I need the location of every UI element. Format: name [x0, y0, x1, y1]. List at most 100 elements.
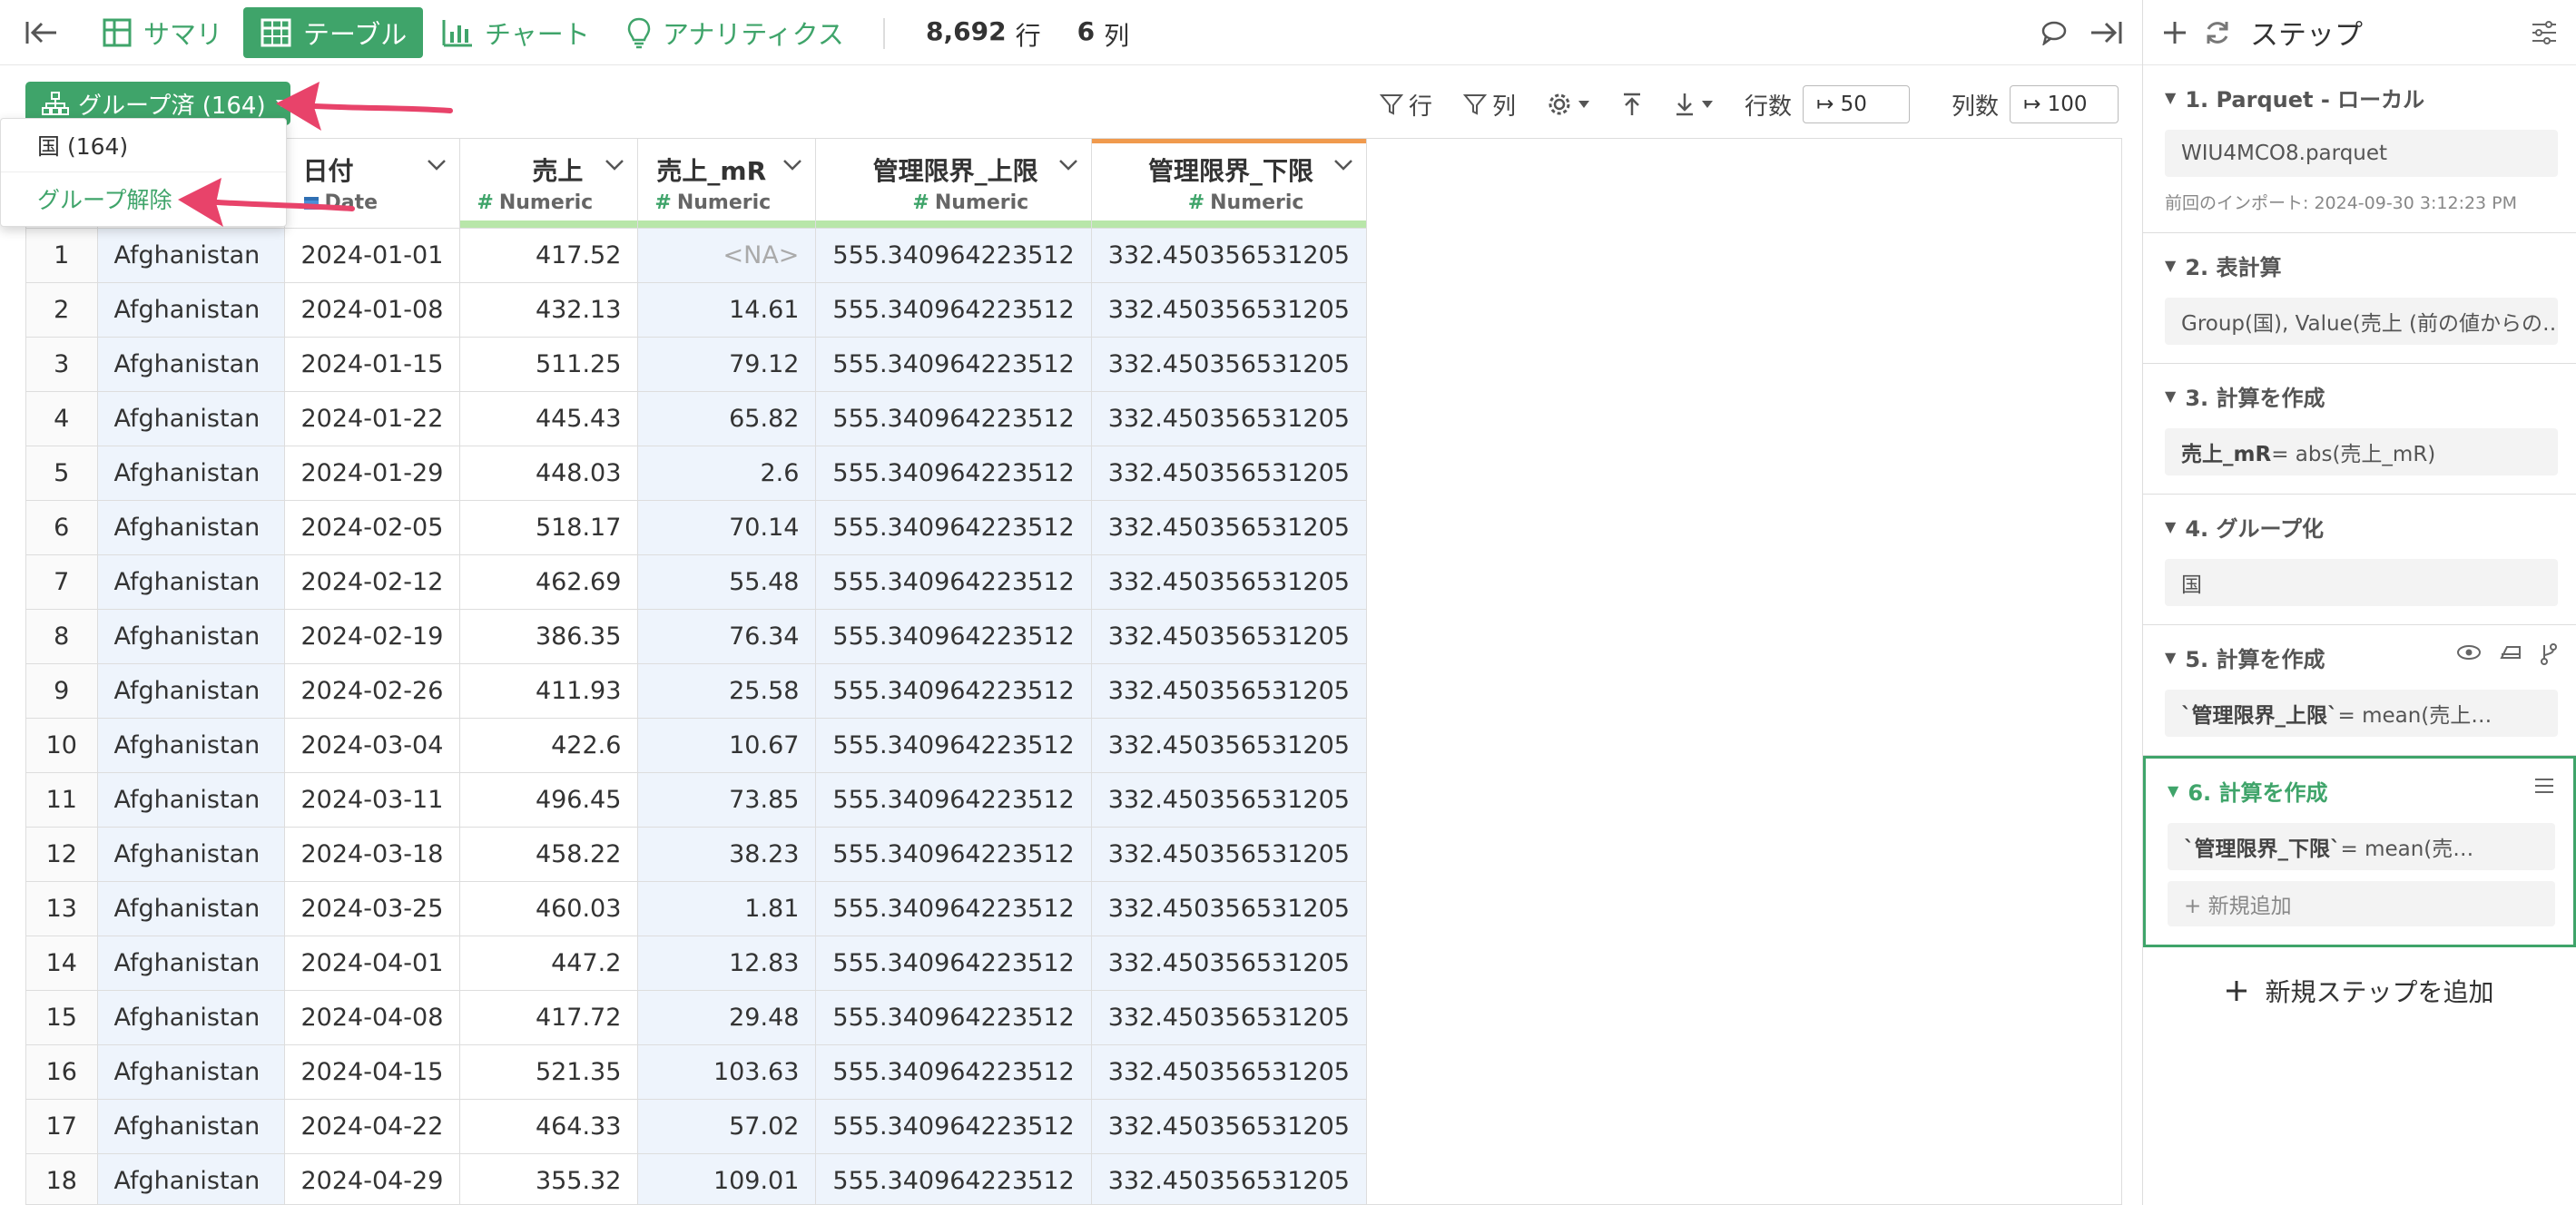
table-row[interactable]: 6 Afghanistan 2024-02-05 518.17 70.14 555.340… — [26, 500, 1367, 555]
table-row[interactable]: 18 Afghanistan 2024-04-29 355.32 109.01 555.3… — [26, 1153, 1367, 1204]
eye-icon[interactable] — [2456, 643, 2482, 661]
cell-country[interactable]: Afghanistan — [97, 337, 285, 392]
cell-date[interactable]: 2024-02-12 — [284, 554, 461, 610]
step-body[interactable]: `管理限界_上限` = mean(売上… — [2165, 690, 2558, 737]
row-number[interactable]: 15 — [26, 990, 98, 1045]
cell-sales-mr[interactable]: 79.12 — [637, 337, 817, 392]
tab-summary[interactable]: サマリ — [85, 7, 239, 58]
cell-country[interactable]: Afghanistan — [97, 282, 285, 338]
refresh-icon[interactable] — [2203, 18, 2232, 47]
row-number[interactable]: 11 — [26, 772, 98, 828]
cell-country[interactable]: Afghanistan — [97, 500, 285, 555]
cell-lower-limit[interactable]: 332.450356531205 — [1091, 446, 1367, 501]
cell-lower-limit[interactable]: 332.450356531205 — [1091, 881, 1367, 936]
step-4[interactable]: ▼ 4. グループ化 国 — [2143, 495, 2576, 625]
table-row[interactable]: 15 Afghanistan 2024-04-08 417.72 29.48 555.34… — [26, 990, 1367, 1045]
step-2[interactable]: ▼ 2. 表計算 Group(国), Value(売上 (前の値からの… — [2143, 233, 2576, 364]
cols-input[interactable]: ↦ 100 — [2010, 85, 2119, 123]
cell-date[interactable]: 2024-04-29 — [284, 1153, 461, 1204]
cell-upper-limit[interactable]: 555.340964223512 — [815, 936, 1092, 991]
row-number[interactable]: 16 — [26, 1044, 98, 1100]
cell-upper-limit[interactable]: 555.340964223512 — [815, 609, 1092, 664]
row-number[interactable]: 14 — [26, 936, 98, 991]
cell-sales-mr[interactable]: 12.83 — [637, 936, 817, 991]
table-row[interactable]: 11 Afghanistan 2024-03-11 496.45 73.85 555.34… — [26, 772, 1367, 828]
step-6-active[interactable]: ▼ 6. 計算を作成 `管理限界_下限` = mean(売… + 新規追加 — [2143, 756, 2576, 947]
row-number[interactable]: 17 — [26, 1099, 98, 1154]
row-number[interactable]: 10 — [26, 718, 98, 773]
cell-lower-limit[interactable]: 332.450356531205 — [1091, 228, 1367, 283]
column-filter-button[interactable]: 列 — [1463, 88, 1516, 122]
cell-date[interactable]: 2024-01-22 — [284, 391, 461, 446]
cell-date[interactable]: 2024-01-08 — [284, 282, 461, 338]
row-number[interactable]: 9 — [26, 663, 98, 719]
table-row[interactable]: 9 Afghanistan 2024-02-26 411.93 25.58 555.340… — [26, 663, 1367, 719]
cell-sales-mr[interactable]: 10.67 — [637, 718, 817, 773]
download-dropdown[interactable] — [1674, 92, 1714, 117]
chevron-down-icon[interactable] — [782, 159, 802, 171]
cell-sales-mr[interactable]: 65.82 — [637, 391, 817, 446]
cell-upper-limit[interactable]: 555.340964223512 — [815, 772, 1092, 828]
caret-down-icon[interactable]: ▼ — [2165, 518, 2176, 535]
table-row[interactable]: 8 Afghanistan 2024-02-19 386.35 76.34 555.340… — [26, 609, 1367, 664]
row-number[interactable]: 12 — [26, 827, 98, 882]
add-step-button[interactable]: 新規ステップを追加 — [2143, 973, 2576, 1009]
cell-date[interactable]: 2024-02-19 — [284, 609, 461, 664]
cell-lower-limit[interactable]: 332.450356531205 — [1091, 827, 1367, 882]
caret-down-icon[interactable]: ▼ — [2165, 257, 2176, 274]
cell-upper-limit[interactable]: 555.340964223512 — [815, 1099, 1092, 1154]
cell-upper-limit[interactable]: 555.340964223512 — [815, 990, 1092, 1045]
cell-sales-mr[interactable]: 76.34 — [637, 609, 817, 664]
row-number[interactable]: 7 — [26, 554, 98, 610]
cell-upper-limit[interactable]: 555.340964223512 — [815, 228, 1092, 283]
table-row[interactable]: 2 Afghanistan 2024-01-08 432.13 14.61 555.340… — [26, 282, 1367, 338]
caret-down-icon[interactable]: ▼ — [2165, 387, 2176, 405]
cell-country[interactable]: Afghanistan — [97, 446, 285, 501]
step-body[interactable]: 売上_mR = abs(売上_mR) — [2165, 428, 2558, 475]
cell-sales-mr[interactable]: 38.23 — [637, 827, 817, 882]
cell-date[interactable]: 2024-04-08 — [284, 990, 461, 1045]
cell-country[interactable]: Afghanistan — [97, 391, 285, 446]
cell-date[interactable]: 2024-02-26 — [284, 663, 461, 719]
cell-lower-limit[interactable]: 332.450356531205 — [1091, 609, 1367, 664]
cell-country[interactable]: Afghanistan — [97, 718, 285, 773]
tab-analytics[interactable]: アナリティクス — [610, 7, 860, 58]
row-number[interactable]: 13 — [26, 881, 98, 936]
cell-date[interactable]: 2024-04-22 — [284, 1099, 461, 1154]
cell-lower-limit[interactable]: 332.450356531205 — [1091, 718, 1367, 773]
cell-country[interactable]: Afghanistan — [97, 609, 285, 664]
step-1[interactable]: ▼ 1. Parquet - ローカル WIU4MCO8.parquet 前回のイ… — [2143, 65, 2576, 233]
table-row[interactable]: 16 Afghanistan 2024-04-15 521.35 103.63 555.3… — [26, 1044, 1367, 1100]
chevron-down-icon[interactable] — [1058, 159, 1078, 171]
cell-sales[interactable]: 460.03 — [459, 881, 639, 936]
cell-date[interactable]: 2024-04-15 — [284, 1044, 461, 1100]
cell-country[interactable]: Afghanistan — [97, 827, 285, 882]
add-new-button[interactable]: + 新規追加 — [2168, 881, 2555, 926]
header-lower-limit[interactable]: 管理限界_下限 # Numeric — [1091, 139, 1367, 229]
cell-sales[interactable]: 417.72 — [459, 990, 639, 1045]
row-filter-button[interactable]: 行 — [1380, 88, 1432, 122]
scroll-top-button[interactable] — [1621, 92, 1643, 117]
cell-lower-limit[interactable]: 332.450356531205 — [1091, 663, 1367, 719]
header-upper-limit[interactable]: 管理限界_上限 # Numeric — [815, 139, 1092, 229]
cell-lower-limit[interactable]: 332.450356531205 — [1091, 990, 1367, 1045]
row-number[interactable]: 2 — [26, 282, 98, 338]
collapse-left-icon[interactable] — [24, 18, 60, 51]
cell-sales[interactable]: 417.52 — [459, 228, 639, 283]
cell-date[interactable]: 2024-03-11 — [284, 772, 461, 828]
cell-upper-limit[interactable]: 555.340964223512 — [815, 1153, 1092, 1204]
cell-country[interactable]: Afghanistan — [97, 1044, 285, 1100]
step-body[interactable]: `管理限界_下限` = mean(売… — [2168, 823, 2555, 870]
row-number[interactable]: 3 — [26, 337, 98, 392]
cell-country[interactable]: Afghanistan — [97, 554, 285, 610]
cell-country[interactable]: Afghanistan — [97, 663, 285, 719]
table-row[interactable]: 7 Afghanistan 2024-02-12 462.69 55.48 555.340… — [26, 554, 1367, 610]
step-body[interactable]: Group(国), Value(売上 (前の値からの… — [2165, 298, 2558, 345]
cell-date[interactable]: 2024-01-01 — [284, 228, 461, 283]
comment-icon[interactable] — [2040, 20, 2068, 49]
cell-sales[interactable]: 355.32 — [459, 1153, 639, 1204]
table-row[interactable]: 10 Afghanistan 2024-03-04 422.6 10.67 555.340… — [26, 718, 1367, 773]
step-3[interactable]: ▼ 3. 計算を作成 売上_mR = abs(売上_mR) — [2143, 364, 2576, 495]
cell-sales-mr[interactable]: 57.02 — [637, 1099, 817, 1154]
header-sales[interactable]: 売上 # Numeric — [459, 139, 639, 229]
